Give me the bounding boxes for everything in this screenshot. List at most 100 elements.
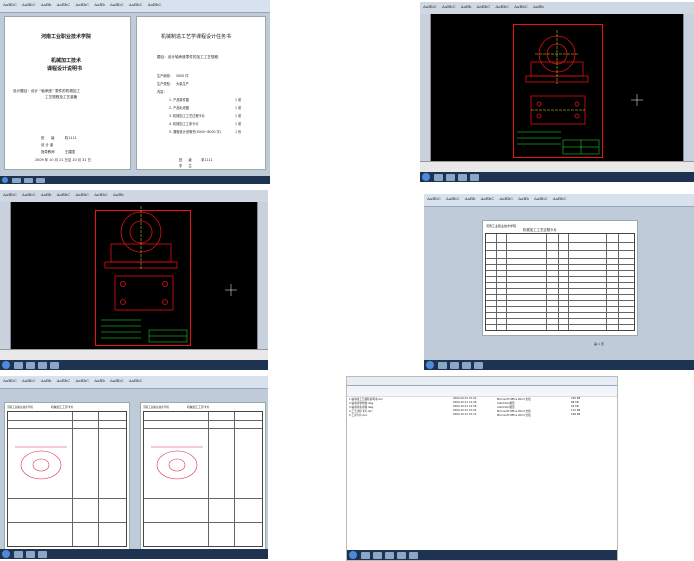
cad-command-line[interactable] (0, 349, 268, 360)
task-item-count: 1 张 (235, 114, 242, 118)
start-orb-icon[interactable] (2, 550, 10, 558)
explorer-toolbar[interactable] (347, 377, 617, 386)
task-page: 机械制造工艺学课程设计任务书 题目：设计轴承座零件的加工工艺规程. 生产纲领： … (136, 16, 266, 170)
screenshot-file-list: 1.轴承座工艺规程说明书.doc 2009-10-31 15:22 Micros… (346, 376, 618, 561)
start-orb-icon[interactable] (2, 177, 8, 183)
operation-card-page-1: 河南工业职业技术学院 机械加工工序卡片 (4, 402, 130, 550)
taskbar-app-icon[interactable] (361, 552, 370, 559)
content-label: 内容： (157, 90, 167, 94)
process-card-table (485, 233, 635, 331)
production-type: 生产类型： 大量生产 (157, 82, 189, 86)
task-item-count: 1 份 (235, 130, 242, 134)
task-item: 4. 机械加工工序卡片 (169, 122, 199, 126)
screenshot-operation-cards: AaBbC AaBbC AaBb AaBbC AaBbC AaBb AaBbC AaBbC 河… (0, 376, 268, 559)
start-orb-icon[interactable] (426, 361, 434, 369)
task-item-count: 1 张 (235, 122, 242, 126)
word-ribbon[interactable]: AaBbC AaBbC AaBb AaBbC AaBbC AaBb AaBbC AaBbC (424, 194, 694, 207)
process-card-page: 河南工业职业技术学院 机械加工工艺过程卡片 (482, 220, 638, 336)
op-card-header: 河南工业职业技术学院 (143, 406, 169, 409)
op-sketch (151, 446, 203, 480)
windows-taskbar (420, 172, 694, 182)
windows-taskbar (424, 360, 694, 370)
task-item-count: 1 张 (235, 106, 242, 110)
designer-field: 设 计 者 (41, 143, 54, 147)
course-subtitle: 课程设计说明书 (47, 66, 83, 72)
task-title: 机械制造工艺学课程设计任务书 (161, 34, 232, 40)
cad-right-toolbar[interactable] (683, 14, 694, 162)
op-card-title: 机械加工工序卡片 (51, 405, 74, 409)
taskbar-app-icon[interactable] (450, 362, 459, 369)
screenshot-cad-blank: AaBbC AaBbC AaBb AaBbC AaBbC AaBbC AaBb (0, 190, 268, 370)
taskbar-app-icon[interactable] (470, 174, 479, 181)
list-item[interactable]: 5.工序卡片.doc 2009-10-31 15:12 Microsoft Of… (347, 413, 617, 417)
course-title: 机械加工技术 (51, 58, 82, 64)
taskbar-app-icon[interactable] (12, 178, 21, 183)
op-card-header: 河南工业职业技术学院 (7, 406, 33, 409)
design-topic: 设计题目：设计 “轴承座” 零件的机械加工 (13, 89, 81, 93)
taskbar-app-icon[interactable] (446, 174, 455, 181)
taskbar-app-icon[interactable] (462, 362, 471, 369)
task-item: 2. 产品毛坯图 (169, 106, 189, 110)
crosshair-icon (631, 94, 643, 106)
card-title: 机械加工工艺过程卡片 (523, 228, 557, 232)
cad-drawing-area[interactable] (431, 14, 683, 162)
taskbar-app-icon[interactable] (474, 362, 483, 369)
start-orb-icon[interactable] (349, 551, 357, 559)
screenshot-word-cover: AaBbC AaBbC AaBb AaBbC AaBbC AaBb AaBbC AaBbC Aa… (0, 0, 270, 184)
class-field: 班 级 机1111 (41, 136, 77, 140)
cad-right-toolbar[interactable] (257, 202, 268, 350)
production-volume: 生产纲领： 5000 件 (157, 74, 189, 78)
taskbar-app-icon[interactable] (397, 552, 406, 559)
bearing-seat-blank-drawing (101, 206, 237, 343)
taskbar-app-icon[interactable] (24, 178, 33, 183)
taskbar-app-icon[interactable] (50, 362, 59, 369)
op-card-title: 机械加工工序卡片 (187, 405, 210, 409)
task-student-field: 学 生 (179, 164, 192, 168)
advisor-field: 指导教师 王建国 (41, 150, 75, 154)
task-class-field: 班 级 机1111 (179, 158, 213, 162)
taskbar-app-icon[interactable] (38, 362, 47, 369)
crosshair-icon (225, 284, 237, 296)
taskbar-app-icon[interactable] (26, 551, 35, 558)
cad-left-toolbar[interactable] (0, 202, 11, 350)
taskbar-app-icon[interactable] (38, 551, 47, 558)
windows-taskbar (0, 176, 270, 184)
taskbar-app-icon[interactable] (26, 362, 35, 369)
cad-command-line[interactable] (420, 161, 694, 172)
bearing-seat-drawing (517, 30, 643, 155)
screenshot-cad-part: AaBbC AaBbC AaBb AaBbC AaBbC AaBbC AaBb (420, 2, 694, 182)
operation-card-page-2: 河南工业职业技术学院 机械加工工序卡片 (140, 402, 266, 550)
task-item-count: 1 张 (235, 98, 242, 102)
task-topic: 题目：设计轴承座零件的加工工艺规程. (157, 55, 220, 59)
windows-taskbar (0, 549, 268, 559)
word-ribbon[interactable]: AaBbC AaBbC AaBb AaBbC AaBbC AaBb AaBbC AaBbC (0, 376, 268, 389)
taskbar-app-icon[interactable] (434, 174, 443, 181)
start-orb-icon[interactable] (2, 361, 10, 369)
taskbar-app-icon[interactable] (36, 178, 45, 183)
design-topic-line2: 工艺规程及工艺装备 (45, 95, 78, 99)
screenshot-process-card: AaBbC AaBbC AaBb AaBbC AaBbC AaBb AaBbC AaBbC 河… (424, 194, 694, 370)
taskbar-app-icon[interactable] (438, 362, 447, 369)
cad-drawing-area[interactable] (11, 202, 257, 350)
start-orb-icon[interactable] (422, 173, 430, 181)
taskbar-app-icon[interactable] (385, 552, 394, 559)
taskbar-app-icon[interactable] (458, 174, 467, 181)
taskbar-app-icon[interactable] (14, 551, 23, 558)
date-line: 2009 年 10 月 21 日至 10 月 31 日 (35, 158, 91, 162)
task-item: 5. 课程设计说明书(5000~8000 字) (169, 130, 221, 134)
windows-taskbar (347, 550, 617, 560)
school-name: 河南工业职业技术学院 (41, 34, 92, 40)
cad-left-toolbar[interactable] (420, 14, 431, 162)
op-sketch (15, 446, 67, 480)
windows-taskbar (0, 360, 268, 370)
word-ribbon[interactable]: AaBbC AaBbC AaBb AaBbC AaBbC AaBb AaBbC AaBbC Aa… (0, 0, 270, 13)
taskbar-app-icon[interactable] (373, 552, 382, 559)
cover-page: 河南工业职业技术学院 机械加工技术 课程设计说明书 设计题目：设计 “轴承座” … (4, 16, 131, 170)
file-list: 1.轴承座工艺规程说明书.doc 2009-10-31 15:22 Micros… (347, 397, 617, 417)
task-item: 1. 产品零件图 (169, 98, 189, 102)
taskbar-app-icon[interactable] (14, 362, 23, 369)
task-item: 3. 机械加工工艺过程卡片 (169, 114, 205, 118)
taskbar-app-icon[interactable] (409, 552, 418, 559)
card-header: 河南工业职业技术学院 (486, 224, 517, 228)
page-indicator: 第 1 页 (594, 342, 604, 346)
